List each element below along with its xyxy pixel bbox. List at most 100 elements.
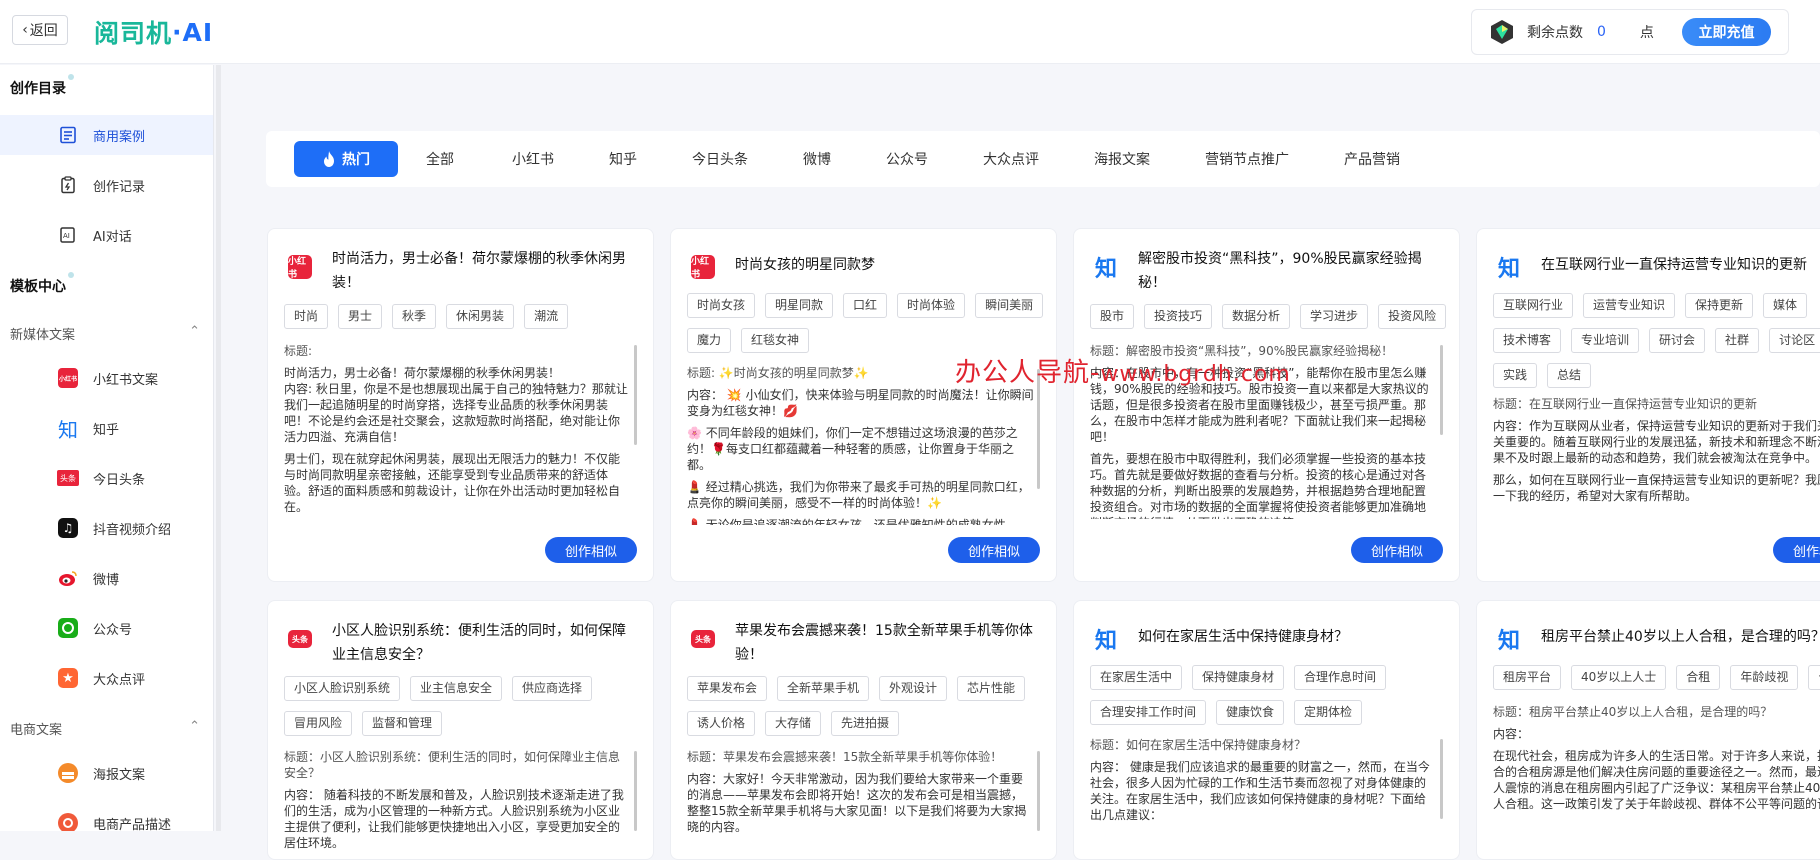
tag[interactable]: 明星同款	[765, 293, 834, 318]
content-scrollbar[interactable]	[634, 751, 637, 831]
diamond-icon	[1491, 20, 1513, 44]
tag[interactable]: 总结	[1547, 363, 1592, 388]
card-content[interactable]: 标题：租房平台禁止40岁以上人合租，是合理的吗？ 内容： 在现代社会，租房成为许…	[1493, 704, 1820, 844]
tag[interactable]: 40岁以上人士	[1571, 665, 1667, 690]
card-content[interactable]: 标题: 时尚活力，男士必备！荷尔蒙爆棚的秋季休闲男装！ 内容: 秋日里，你是不是…	[284, 343, 631, 513]
tag[interactable]: 业主信息安全	[410, 676, 503, 701]
content-scrollbar[interactable]	[634, 345, 637, 445]
tag[interactable]: 保持更新	[1685, 293, 1754, 318]
tag[interactable]: 外观设计	[879, 676, 948, 701]
tab-all[interactable]: 全部	[426, 149, 454, 169]
tab-dianping[interactable]: 大众点评	[983, 149, 1039, 169]
tag[interactable]: 公平	[1808, 665, 1820, 690]
group-ecommerce[interactable]: 电商文案 ⌃	[10, 719, 200, 738]
recharge-button[interactable]: 立即充值	[1682, 18, 1771, 46]
sidebar-item-commercial-cases[interactable]: 商用案例	[0, 115, 213, 155]
tag[interactable]: 运营专业知识	[1583, 293, 1676, 318]
card-content[interactable]: 标题：苹果发布会震撼来袭！15款全新苹果手机等你体验！ 内容：大家好！今天非常激…	[687, 749, 1034, 849]
tag[interactable]: 年龄歧视	[1730, 665, 1799, 690]
tab-xiaohongshu[interactable]: 小红书	[512, 149, 554, 169]
create-similar-button[interactable]: 创作相似	[1351, 537, 1443, 563]
sidebar-item-creation-records[interactable]: 创作记录	[0, 165, 213, 205]
create-similar-button[interactable]: 创作相似	[948, 537, 1040, 563]
tag[interactable]: 监督和管理	[362, 711, 443, 736]
tag[interactable]: 苹果发布会	[687, 676, 768, 701]
tag[interactable]: 芯片性能	[957, 676, 1026, 701]
sidebar-item-weibo[interactable]: 微博	[0, 558, 213, 598]
sidebar-item-ai-chat[interactable]: AI AI对话	[0, 215, 213, 255]
tag[interactable]: 定期体检	[1294, 700, 1363, 725]
tag[interactable]: 讨论区	[1769, 328, 1820, 353]
card-content[interactable]: 标题：小区人脸识别系统：便利生活的同时，如何保障业主信息安全？ 内容： 随着科技…	[284, 749, 631, 849]
tab-zhihu[interactable]: 知乎	[609, 149, 637, 169]
tag[interactable]: 瞬间美丽	[975, 293, 1044, 318]
sidebar-item-product-desc[interactable]: 电商产品描述	[0, 803, 213, 831]
tab-marketing-node[interactable]: 营销节点推广	[1205, 149, 1289, 169]
content-scrollbar[interactable]	[1440, 345, 1443, 435]
group-new-media[interactable]: 新媒体文案 ⌃	[10, 324, 200, 343]
zhihu-icon: 知	[1094, 629, 1117, 654]
tag[interactable]: 小区人脸识别系统	[284, 676, 401, 701]
create-similar-button[interactable]: 创作相似	[1773, 537, 1820, 563]
tag[interactable]: 健康饮食	[1216, 700, 1285, 725]
card-content[interactable]: 标题：在互联网行业一直保持运营专业知识的更新 内容：作为互联网从业者，保持运营专…	[1493, 396, 1820, 526]
tag[interactable]: 实践	[1493, 363, 1538, 388]
tag[interactable]: 合租	[1676, 665, 1721, 690]
tag[interactable]: 诱人价格	[687, 711, 756, 736]
back-button[interactable]: ‹ 返回	[12, 15, 68, 45]
tab-wechat[interactable]: 公众号	[886, 149, 928, 169]
sidebar-item-dianping[interactable]: ★ 大众点评	[0, 658, 213, 698]
content-scrollbar[interactable]	[1037, 751, 1040, 831]
card-content[interactable]: 标题：如何在家居生活中保持健康身材？ 内容： 健康是我们应该追求的最重要的财富之…	[1090, 737, 1437, 837]
tag[interactable]: 股市	[1090, 304, 1135, 329]
tab-poster[interactable]: 海报文案	[1094, 149, 1150, 169]
tag[interactable]: 时尚女孩	[687, 293, 756, 318]
tag[interactable]: 互联网行业	[1493, 293, 1574, 318]
tag[interactable]: 社群	[1715, 328, 1760, 353]
sidebar-item-xiaohongshu[interactable]: 小红书 小红书文案	[0, 358, 213, 398]
tag[interactable]: 口红	[843, 293, 888, 318]
tag[interactable]: 冒用风险	[284, 711, 353, 736]
tag[interactable]: 专业培训	[1571, 328, 1640, 353]
card-content[interactable]: 标题: ✨时尚女孩的明星同款梦✨ 内容： 💥 小仙女们，快来体验与明星同款的时尚…	[687, 365, 1034, 525]
wechat-icon	[57, 617, 79, 639]
tag[interactable]: 先进拍摄	[831, 711, 900, 736]
tag[interactable]: 男士	[338, 304, 383, 329]
tag[interactable]: 数据分析	[1222, 304, 1291, 329]
tag[interactable]: 租房平台	[1493, 665, 1562, 690]
tag[interactable]: 合理作息时间	[1294, 665, 1387, 690]
tag[interactable]: 技术博客	[1493, 328, 1562, 353]
sidebar-item-toutiao[interactable]: 头条 今日头条	[0, 458, 213, 498]
tag[interactable]: 供应商选择	[512, 676, 593, 701]
tag[interactable]: 秋季	[392, 304, 437, 329]
tab-hot[interactable]: 热门	[294, 141, 398, 177]
tag[interactable]: 投资风险	[1378, 304, 1447, 329]
case-card: 小红书 时尚活力，男士必备！荷尔蒙爆棚的秋季休闲男装！ 时尚 男士 秋季 休闲男…	[267, 228, 654, 582]
tag[interactable]: 在家居生活中	[1090, 665, 1183, 690]
tag[interactable]: 休闲男装	[446, 304, 515, 329]
sidebar-item-zhihu[interactable]: 知 知乎	[0, 408, 213, 448]
sidebar-item-wechat[interactable]: 公众号	[0, 608, 213, 648]
create-similar-button[interactable]: 创作相似	[545, 537, 637, 563]
tag[interactable]: 魔力	[687, 328, 732, 353]
content-title: 标题：苹果发布会震撼来袭！15款全新苹果手机等你体验！	[687, 750, 1003, 764]
tag[interactable]: 合理安排工作时间	[1090, 700, 1207, 725]
tab-weibo[interactable]: 微博	[803, 149, 831, 169]
sidebar-item-douyin[interactable]: ♫ 抖音视频介绍	[0, 508, 213, 548]
tab-toutiao[interactable]: 今日头条	[692, 149, 748, 169]
tag[interactable]: 时尚体验	[897, 293, 966, 318]
tab-product-marketing[interactable]: 产品营销	[1344, 149, 1400, 169]
sidebar-scrollbar[interactable]	[216, 65, 221, 831]
tag[interactable]: 大存储	[765, 711, 822, 736]
content-scrollbar[interactable]	[1440, 739, 1443, 819]
tag[interactable]: 保持健康身材	[1192, 665, 1285, 690]
tag[interactable]: 潮流	[524, 304, 569, 329]
tag[interactable]: 研讨会	[1649, 328, 1706, 353]
tag[interactable]: 时尚	[284, 304, 329, 329]
sidebar-item-poster[interactable]: 海报文案	[0, 753, 213, 793]
tag[interactable]: 红毯女神	[741, 328, 810, 353]
tag[interactable]: 投资技巧	[1144, 304, 1213, 329]
tag[interactable]: 学习进步	[1300, 304, 1369, 329]
tag[interactable]: 全新苹果手机	[777, 676, 870, 701]
tag[interactable]: 媒体	[1763, 293, 1808, 318]
